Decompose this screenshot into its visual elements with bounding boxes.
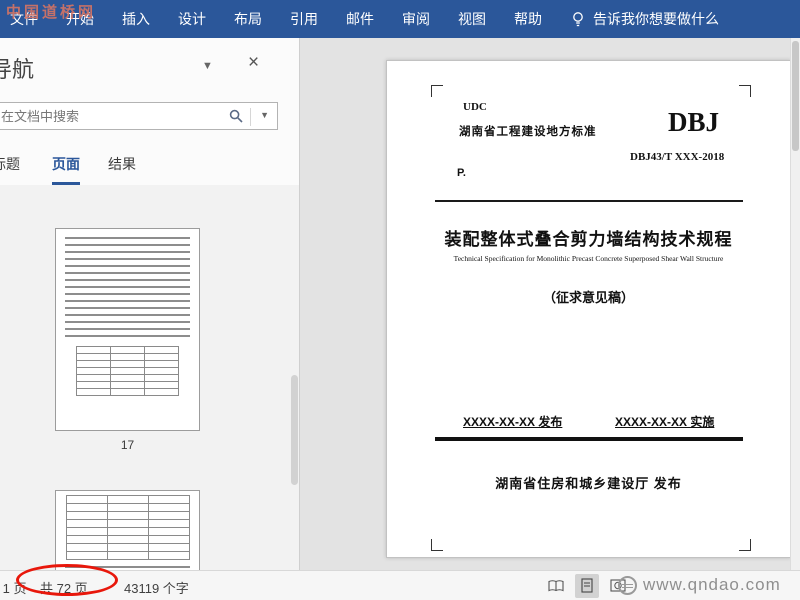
thumbnail-text-lines: [65, 237, 190, 342]
document-area: UDC 湖南省工程建设地方标准 DBJ DBJ43/T XXX-2018 P. …: [300, 38, 800, 570]
page-thumbnail-list: 17: [0, 185, 299, 570]
document-page[interactable]: UDC 湖南省工程建设地方标准 DBJ DBJ43/T XXX-2018 P. …: [386, 60, 791, 558]
status-bar: 第 1 页 共 72 页 43119 个字 www.qndao.com: [0, 570, 800, 600]
search-divider: [250, 108, 251, 126]
nav-close-icon[interactable]: ×: [248, 52, 259, 74]
search-dropdown-icon[interactable]: ▼: [260, 110, 269, 120]
draft-note: （征求意见稿）: [542, 290, 634, 305]
print-layout-button[interactable]: [575, 574, 599, 598]
document-title-en: Technical Specification for Monolithic P…: [453, 254, 724, 263]
ribbon-tab-bar: 文件 开始 插入 设计 布局 引用 邮件 审阅 视图 帮助 告诉我你想要做什么 …: [0, 0, 800, 38]
search-icon[interactable]: [229, 109, 243, 128]
publisher-line: 湖南省住房和城乡建设厅 发布: [495, 476, 682, 491]
tab-home[interactable]: 开始: [52, 0, 108, 38]
lightbulb-icon: [570, 11, 586, 28]
footer-rule-line: [435, 437, 743, 441]
document-title-cn: 装配整体式叠合剪力墙结构技术规程: [444, 230, 733, 249]
nav-pane-title: 导航: [0, 57, 35, 82]
vertical-scrollbar[interactable]: [790, 38, 800, 570]
udc-label: UDC: [463, 101, 487, 113]
read-mode-button[interactable]: [544, 574, 568, 598]
release-date: XXXX-XX-XX 发布: [463, 415, 563, 429]
nav-tab-pages[interactable]: 页面: [52, 154, 80, 185]
tab-design[interactable]: 设计: [164, 0, 220, 38]
page-thumbnail-18[interactable]: [55, 490, 200, 570]
tab-help[interactable]: 帮助: [500, 0, 556, 38]
total-pages-indicator[interactable]: 共 72 页: [40, 578, 88, 597]
tab-layout[interactable]: 布局: [220, 0, 276, 38]
p-label: P.: [457, 167, 466, 179]
nav-tabs: 标题 页面 结果: [0, 150, 299, 185]
search-input[interactable]: [1, 107, 213, 125]
tab-view[interactable]: 视图: [444, 0, 500, 38]
thumbnail-table: [76, 346, 179, 396]
page-thumbnail-17[interactable]: [55, 228, 200, 431]
page-indicator[interactable]: 第 1 页: [0, 578, 26, 597]
navigation-pane: 导航 ▼ × ▼ 标题 页面 结果: [0, 38, 300, 570]
thumbnail-table: [65, 495, 190, 560]
nav-tab-headings[interactable]: 标题: [0, 154, 20, 182]
main-area: 导航 ▼ × ▼ 标题 页面 结果: [0, 38, 800, 570]
tab-file[interactable]: 文件: [0, 0, 52, 38]
watermark-url: www.qndao.com: [643, 575, 781, 594]
search-box[interactable]: ▼: [0, 102, 278, 130]
crop-mark-top-right: [739, 85, 751, 97]
scrollbar-thumb[interactable]: [792, 41, 799, 151]
tab-insert[interactable]: 插入: [108, 0, 164, 38]
tab-review[interactable]: 审阅: [388, 0, 444, 38]
thumbnail-page-number: 17: [120, 438, 135, 452]
crop-mark-bottom-left: [431, 539, 443, 551]
standard-type-label: 湖南省工程建设地方标准: [459, 126, 597, 138]
tell-me-label: 告诉我你想要做什么: [593, 11, 719, 27]
dbj-logo-text: DBJ: [668, 107, 720, 137]
nav-tab-results[interactable]: 结果: [108, 154, 136, 182]
view-mode-buttons: [544, 574, 630, 598]
standard-number: DBJ43/T XXX-2018: [630, 151, 725, 163]
watermark-bottom: www.qndao.com: [618, 575, 781, 595]
word-window: 文件 开始 插入 设计 布局 引用 邮件 审阅 视图 帮助 告诉我你想要做什么 …: [0, 0, 800, 600]
tab-mailings[interactable]: 邮件: [332, 0, 388, 38]
web-layout-button[interactable]: [606, 574, 630, 598]
crop-mark-bottom-right: [739, 539, 751, 551]
implement-date: XXXX-XX-XX 实施: [615, 415, 715, 429]
nav-scrollbar-thumb[interactable]: [291, 375, 298, 485]
tab-references[interactable]: 引用: [276, 0, 332, 38]
word-count[interactable]: 43119 个字: [124, 578, 189, 597]
nav-options-chevron-down-icon[interactable]: ▼: [202, 60, 213, 72]
header-rule-line: [435, 200, 743, 202]
tell-me-box[interactable]: 告诉我你想要做什么: [570, 0, 719, 38]
crop-mark-top-left: [431, 85, 443, 97]
